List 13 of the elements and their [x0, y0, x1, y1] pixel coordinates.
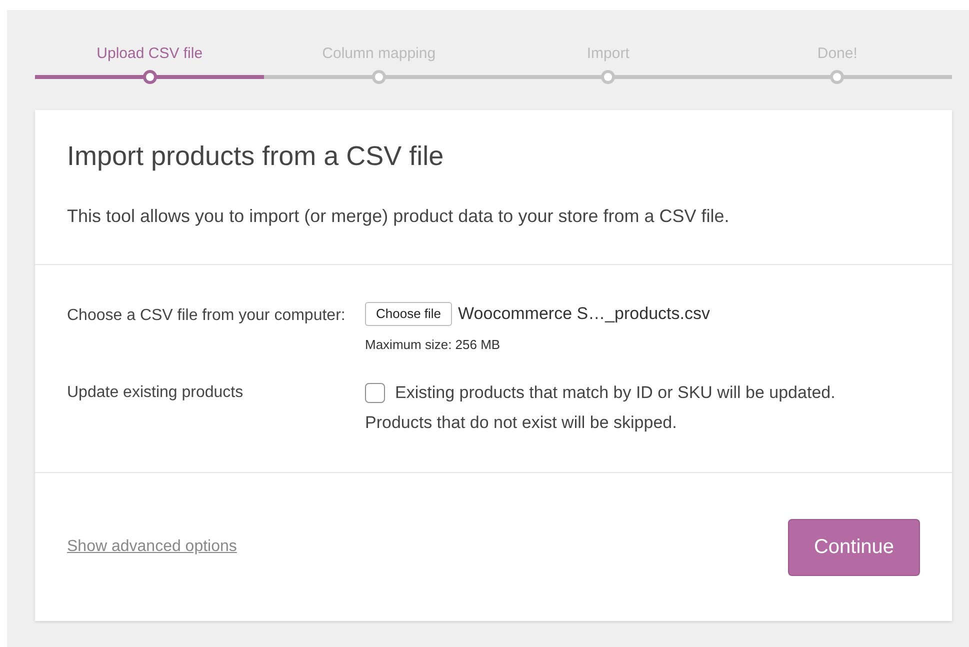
checkbox[interactable] [365, 383, 385, 403]
card-description: This tool allows you to import (or merge) product data to your store from a CSV file. [67, 205, 730, 228]
choose-file-button[interactable]: Choose file [365, 302, 452, 326]
continue-button[interactable]: Continue [788, 518, 920, 576]
update-note: Products that do not exist will be skipped. [365, 412, 678, 434]
checkbox-label: Existing products that match by ID or SKU will be updated. [395, 382, 836, 404]
file-name: Woocommerce S…_products.csv [458, 303, 710, 325]
size-hint: Maximum size: 256 MB [365, 336, 502, 354]
advanced-options-link[interactable]: Show advanced options [67, 535, 237, 559]
field-label: Update existing products [67, 383, 244, 403]
field-label: Choose a CSV file from your computer: [67, 306, 346, 326]
card-title: Import products from a CSV file [67, 140, 445, 172]
step-label: Upload CSV file [96, 44, 203, 64]
